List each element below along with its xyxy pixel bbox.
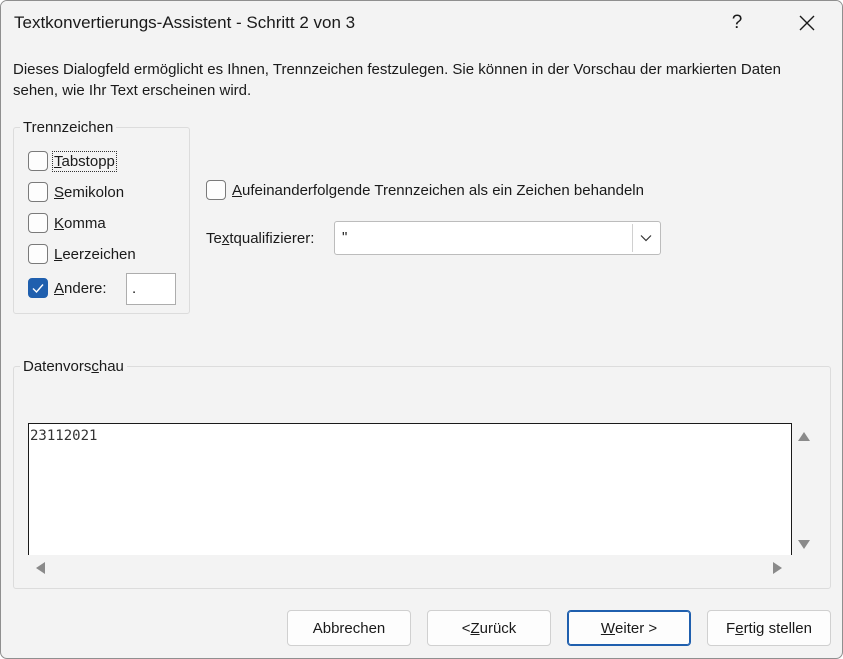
text-qualifier-value: " bbox=[342, 229, 348, 246]
text-import-wizard-dialog: Textkonvertierungs-Assistent - Schritt 2… bbox=[0, 0, 843, 659]
semicolon-checkbox-label: Semikolon bbox=[54, 183, 125, 201]
data-preview-area[interactable]: 23112021 bbox=[28, 423, 792, 555]
other-checkbox-label: Andere: bbox=[54, 279, 107, 297]
comma-checkbox-label: Komma bbox=[54, 214, 106, 232]
close-icon bbox=[799, 15, 815, 31]
other-checkbox-row[interactable]: Andere: bbox=[28, 278, 107, 298]
data-preview-group-label: Datenvorschau bbox=[20, 358, 127, 375]
scroll-left-icon[interactable] bbox=[36, 562, 45, 577]
scroll-down-icon[interactable] bbox=[798, 538, 810, 552]
help-button[interactable]: ? bbox=[717, 5, 757, 41]
finish-button[interactable]: Fe rtig stellen bbox=[707, 610, 831, 646]
text-qualifier-dropdown-button[interactable] bbox=[632, 224, 658, 252]
back-button[interactable]: < Zurück bbox=[427, 610, 551, 646]
consecutive-delimiters-label: Aufeinanderfolgende Trennzeichen als ein… bbox=[232, 181, 644, 199]
cancel-button[interactable]: Abbrechen bbox=[287, 610, 411, 646]
tab-checkbox-row[interactable]: Tabstopp bbox=[28, 150, 117, 172]
tab-checkbox[interactable] bbox=[28, 151, 48, 171]
next-button[interactable]: Weiter > bbox=[567, 610, 691, 646]
text-qualifier-label: Textqualifizierer: bbox=[206, 230, 315, 247]
title-bar: Textkonvertierungs-Assistent - Schritt 2… bbox=[1, 1, 842, 47]
other-delimiter-input[interactable]: . bbox=[126, 273, 176, 305]
checkmark-icon bbox=[32, 284, 44, 294]
semicolon-checkbox-row[interactable]: Semikolon bbox=[28, 182, 124, 202]
preview-row: 23112021 bbox=[30, 428, 98, 444]
other-checkbox[interactable] bbox=[28, 278, 48, 298]
space-checkbox-row[interactable]: Leerzeichen bbox=[28, 244, 136, 264]
tab-checkbox-label: Tabstopp bbox=[52, 150, 117, 172]
consecutive-delimiters-row[interactable]: Aufeinanderfolgende Trennzeichen als ein… bbox=[206, 180, 644, 200]
scroll-right-icon[interactable] bbox=[773, 562, 782, 577]
comma-checkbox-row[interactable]: Komma bbox=[28, 213, 106, 233]
delimiters-group-label: Trennzeichen bbox=[20, 119, 117, 136]
consecutive-delimiters-checkbox[interactable] bbox=[206, 180, 226, 200]
chevron-down-icon bbox=[640, 235, 651, 242]
text-qualifier-select[interactable]: " bbox=[334, 221, 661, 255]
scroll-up-icon[interactable] bbox=[798, 430, 810, 444]
dialog-description: Dieses Dialogfeld ermöglicht es Ihnen, T… bbox=[13, 61, 781, 99]
space-checkbox-label: Leerzeichen bbox=[54, 245, 136, 263]
comma-checkbox[interactable] bbox=[28, 213, 48, 233]
semicolon-checkbox[interactable] bbox=[28, 182, 48, 202]
close-button[interactable] bbox=[787, 5, 827, 41]
space-checkbox[interactable] bbox=[28, 244, 48, 264]
window-title: Textkonvertierungs-Assistent - Schritt 2… bbox=[14, 13, 356, 32]
